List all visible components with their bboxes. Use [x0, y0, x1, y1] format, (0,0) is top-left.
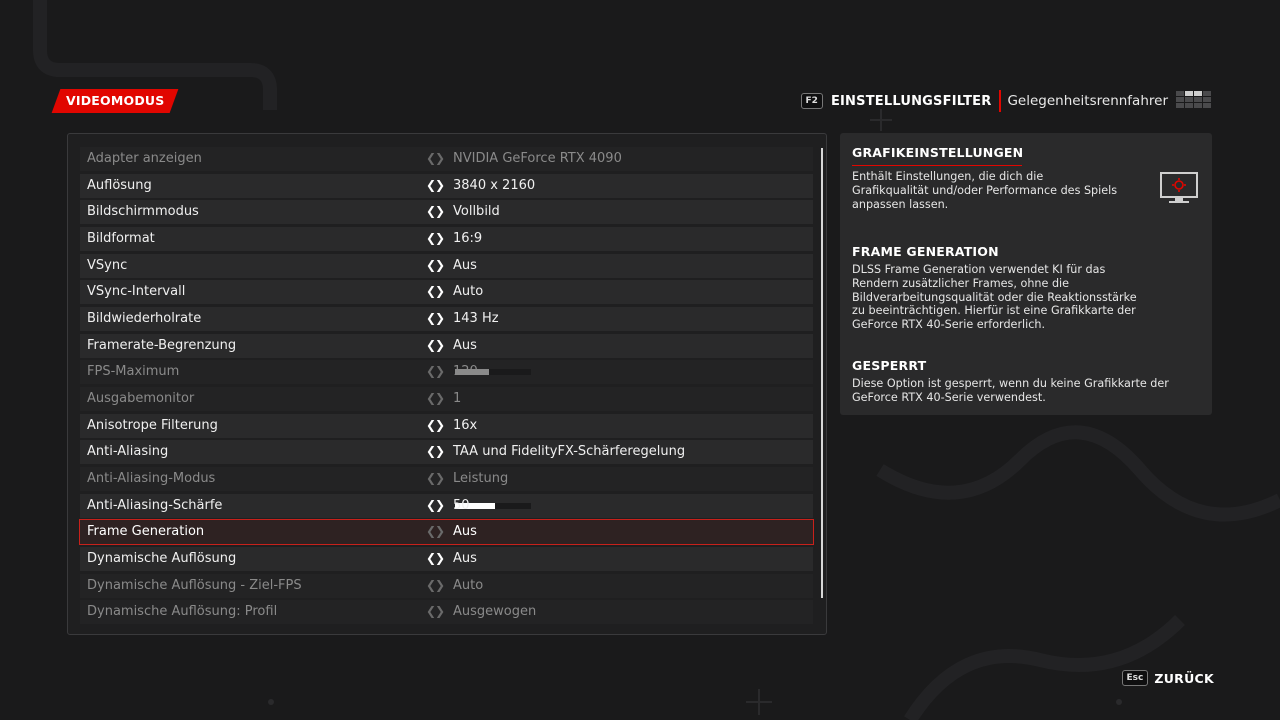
settings-row[interactable]: Dynamische Auflösung: Profil ❮❯ Ausgewogen	[80, 600, 813, 625]
f2-key-hint: F2	[800, 93, 823, 109]
settings-filter[interactable]: F2 EINSTELLUNGSFILTER Gelegenheitsrennfa…	[800, 89, 1216, 113]
info-section-locked: GESPERRT Diese Option ist gesperrt, wenn…	[852, 358, 1192, 405]
info-text-graphics: Enthält Einstellungen, die dich die Graf…	[852, 170, 1118, 211]
settings-row[interactable]: Adapter anzeigen ❮❯ NVIDIA GeForce RTX 409…	[80, 147, 813, 171]
setting-label: Bildschirmmodus	[87, 204, 199, 220]
left-right-arrows-icon[interactable]: ❮❯	[426, 444, 445, 458]
setting-label: Adapter anzeigen	[87, 151, 202, 166]
page-title: VIDEOMODUS	[66, 93, 165, 108]
setting-label: Bildwiederholrate	[87, 310, 202, 326]
settings-row[interactable]: Auflösung ❮❯ 3840 x 2160	[80, 173, 813, 198]
back-button[interactable]: Esc ZURÜCK	[1121, 670, 1215, 686]
info-text-locked: Diese Option ist gesperrt, wenn du keine…	[852, 377, 1169, 404]
setting-value: 1	[453, 390, 462, 406]
back-label: ZURÜCK	[1154, 670, 1214, 686]
settings-row[interactable]: Dynamische Auflösung ❮❯ Aus	[80, 546, 813, 571]
settings-row[interactable]: VSync ❮❯ Aus	[80, 253, 813, 278]
info-section-graphics: GRAFIKEINSTELLUNGEN Enthält Einstellunge…	[852, 145, 1192, 211]
slider-value: 120	[453, 364, 478, 380]
settings-row[interactable]: Anti-Aliasing ❮❯ TAA und FidelityFX-Schärf…	[80, 440, 813, 465]
slider-value: 50	[453, 497, 470, 513]
setting-label: VSync-Intervall	[87, 284, 186, 300]
setting-label: Auflösung	[87, 177, 152, 193]
info-title-frame-generation: FRAME GENERATION	[852, 244, 999, 259]
settings-list: Adapter anzeigen ❮❯ NVIDIA GeForce RTX 409…	[79, 147, 814, 627]
info-title-graphics: GRAFIKEINSTELLUNGEN	[852, 145, 1024, 160]
left-right-arrows-icon[interactable]: ❮❯	[426, 338, 445, 352]
left-right-arrows-icon[interactable]: ❮❯	[426, 524, 445, 538]
setting-value: 3840 x 2160	[453, 177, 536, 193]
info-text-frame-generation: DLSS Frame Generation verwendet KI für d…	[852, 263, 1137, 332]
setting-value: Leistung	[453, 470, 509, 486]
settings-row[interactable]: Anti-Aliasing-Modus ❮❯ Leistung	[80, 466, 813, 491]
left-right-arrows-icon[interactable]: ❮❯	[426, 231, 445, 245]
monitor-gear-icon	[1160, 172, 1198, 203]
setting-label: Anti-Aliasing	[87, 444, 169, 460]
left-right-arrows-icon[interactable]: ❮❯	[426, 364, 445, 378]
settings-row[interactable]: Ausgabemonitor ❮❯ 1	[80, 386, 813, 411]
setting-value: Aus	[453, 550, 477, 566]
left-right-arrows-icon[interactable]: ❮❯	[426, 551, 445, 565]
settings-panel: Adapter anzeigen ❮❯ NVIDIA GeForce RTX 409…	[67, 133, 827, 635]
info-title-locked: GESPERRT	[852, 358, 927, 373]
setting-label: Ausgabemonitor	[87, 390, 195, 406]
info-title-underline	[852, 165, 1022, 166]
settings-row[interactable]: Anisotrope Filterung ❮❯ 16x	[80, 413, 813, 438]
setting-value: Auto	[453, 577, 484, 593]
info-section-frame-generation: FRAME GENERATION DLSS Frame Generation v…	[852, 244, 1192, 332]
setting-value: NVIDIA GeForce RTX 4090	[453, 151, 622, 166]
setting-value: Aus	[453, 257, 477, 273]
info-panel: GRAFIKEINSTELLUNGEN Enthält Einstellunge…	[840, 133, 1212, 415]
esc-key-hint: Esc	[1121, 670, 1149, 686]
setting-value: 16x	[453, 417, 478, 433]
left-right-arrows-icon[interactable]: ❮❯	[426, 258, 445, 272]
setting-value: 143 Hz	[453, 310, 499, 326]
left-right-arrows-icon[interactable]: ❮❯	[426, 391, 445, 405]
setting-value: Vollbild	[453, 204, 500, 220]
setting-value: TAA und FidelityFX-Schärferegelung	[453, 444, 686, 460]
setting-label: Dynamische Auflösung - Ziel-FPS	[87, 577, 302, 593]
left-right-arrows-icon[interactable]: ❮❯	[426, 604, 445, 618]
settings-row[interactable]: VSync-Intervall ❮❯ Auto	[80, 280, 813, 305]
settings-row[interactable]: Frame Generation ❮❯ Aus	[79, 519, 814, 546]
setting-label: FPS-Maximum	[87, 364, 180, 380]
filter-value: Gelegenheitsrennfahrer	[1007, 93, 1168, 109]
setting-label: Anti-Aliasing-Modus	[87, 470, 216, 486]
setting-label: Dynamische Auflösung	[87, 550, 237, 566]
settings-row[interactable]: Dynamische Auflösung - Ziel-FPS ❮❯ Auto	[80, 573, 813, 598]
left-right-arrows-icon[interactable]: ❮❯	[426, 578, 445, 592]
setting-value: 16:9	[453, 230, 483, 246]
setting-value: Aus	[453, 524, 477, 540]
setting-label: Bildformat	[87, 230, 155, 246]
left-right-arrows-icon[interactable]: ❮❯	[426, 311, 445, 325]
setting-value: Aus	[453, 337, 477, 353]
left-right-arrows-icon[interactable]: ❮❯	[426, 471, 445, 485]
left-right-arrows-icon[interactable]: ❮❯	[426, 178, 445, 192]
setting-label: Framerate-Begrenzung	[87, 337, 237, 353]
left-right-arrows-icon[interactable]: ❮❯	[426, 284, 445, 298]
setting-label: Frame Generation	[87, 524, 205, 540]
left-right-arrows-icon[interactable]: ❮❯	[426, 498, 445, 512]
left-right-arrows-icon[interactable]: ❮❯	[426, 151, 445, 165]
scrollbar[interactable]	[821, 148, 823, 598]
preset-grid-icon	[1176, 91, 1216, 111]
filter-label: EINSTELLUNGSFILTER	[830, 93, 992, 109]
filter-divider	[999, 90, 1002, 112]
settings-row[interactable]: Anti-Aliasing-Schärfe ❮❯ 50	[80, 493, 813, 518]
settings-row[interactable]: Framerate-Begrenzung ❮❯ Aus	[80, 333, 813, 358]
setting-value: Auto	[453, 284, 484, 300]
left-right-arrows-icon[interactable]: ❮❯	[426, 418, 445, 432]
setting-value: Ausgewogen	[453, 604, 537, 620]
setting-label: Anti-Aliasing-Schärfe	[87, 497, 223, 513]
setting-label: VSync	[87, 257, 128, 273]
settings-row[interactable]: FPS-Maximum ❮❯ 120	[80, 360, 813, 385]
videomodus-header-badge: VIDEOMODUS	[51, 89, 179, 113]
settings-row[interactable]: Bildformat ❮❯ 16:9	[80, 226, 813, 251]
left-right-arrows-icon[interactable]: ❮❯	[426, 204, 445, 218]
settings-row[interactable]: Bildschirmmodus ❮❯ Vollbild	[80, 200, 813, 225]
setting-label: Dynamische Auflösung: Profil	[87, 604, 278, 620]
setting-label: Anisotrope Filterung	[87, 417, 218, 433]
settings-row[interactable]: Bildwiederholrate ❮❯ 143 Hz	[80, 306, 813, 331]
